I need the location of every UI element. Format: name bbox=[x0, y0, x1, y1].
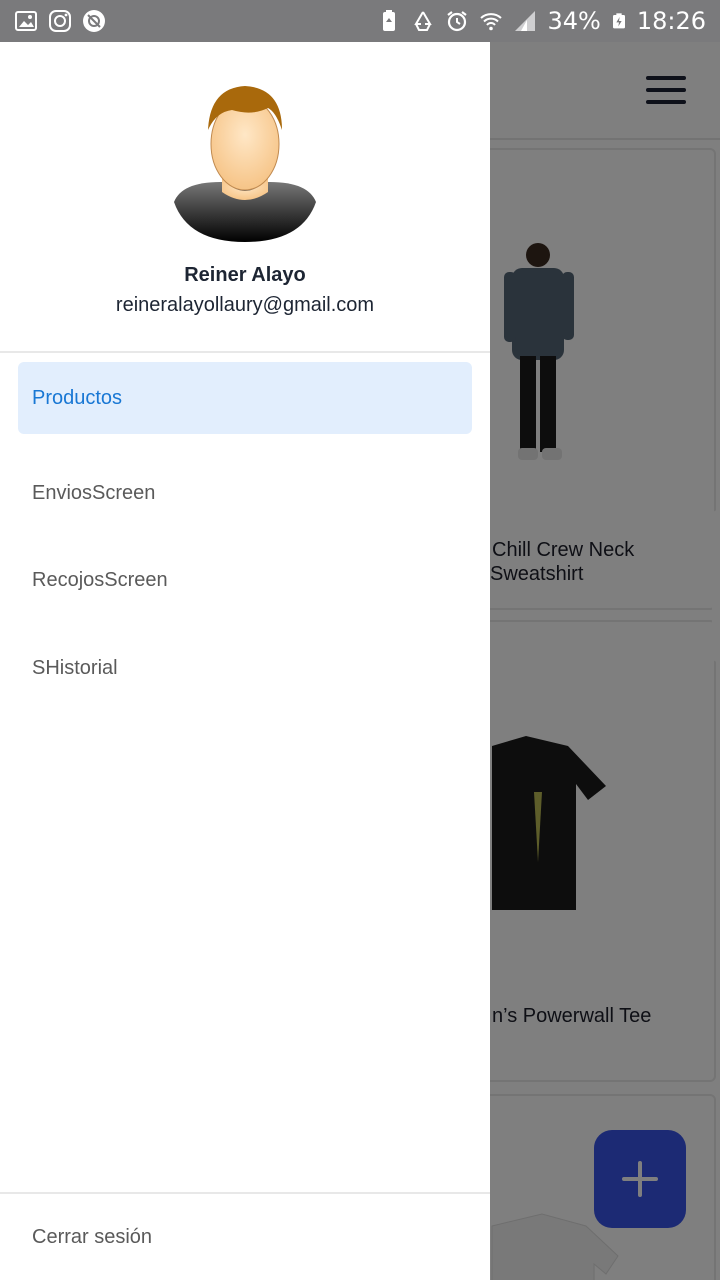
instagram-icon bbox=[49, 10, 71, 32]
status-left bbox=[14, 9, 106, 33]
status-bar: 34% 18:26 bbox=[0, 0, 720, 42]
user-name: Reiner Alayo bbox=[184, 264, 306, 286]
nav-item-historial[interactable]: SHistorial bbox=[0, 625, 490, 713]
battery-saver-icon bbox=[383, 10, 396, 31]
battery-icon bbox=[612, 13, 625, 29]
wifi-icon bbox=[480, 13, 503, 31]
status-right: 34% 18:26 bbox=[377, 7, 706, 35]
nav-item-label: Productos bbox=[32, 386, 123, 409]
drawer-footer: Cerrar sesión bbox=[0, 1192, 490, 1280]
battery-percent: 34% bbox=[547, 7, 601, 35]
nav-item-label: RecojosScreen bbox=[32, 569, 168, 592]
alarm-icon bbox=[447, 11, 468, 32]
drawer-profile-header: Reiner Alayo reineralayollaury@gmail.com bbox=[0, 42, 490, 353]
navigation-drawer: Reiner Alayo reineralayollaury@gmail.com… bbox=[0, 42, 490, 1280]
recycle-icon bbox=[414, 11, 433, 31]
drawer-nav: Productos EnviosScreen RecojosScreen SHi… bbox=[0, 362, 490, 712]
cellular-signal-icon bbox=[515, 11, 536, 31]
nav-item-envios[interactable]: EnviosScreen bbox=[0, 450, 490, 538]
avatar bbox=[174, 86, 316, 242]
nav-item-recojos[interactable]: RecojosScreen bbox=[0, 537, 490, 625]
nav-item-productos[interactable]: Productos bbox=[18, 362, 472, 434]
gallery-icon bbox=[15, 11, 37, 31]
nav-item-label: SHistorial bbox=[32, 656, 118, 679]
user-email: reineralayollaury@gmail.com bbox=[115, 294, 375, 316]
nav-item-label: EnviosScreen bbox=[32, 481, 156, 504]
logout-button[interactable]: Cerrar sesión bbox=[32, 1226, 152, 1249]
status-time: 18:26 bbox=[636, 7, 706, 35]
no-signal-location-icon bbox=[83, 10, 105, 32]
